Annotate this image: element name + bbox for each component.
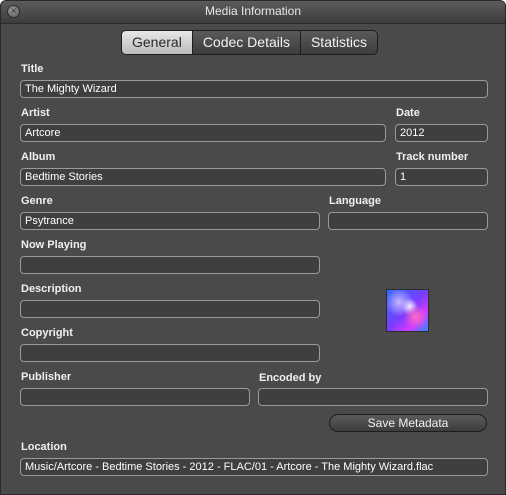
copyright-label: Copyright — [21, 327, 73, 339]
date-field[interactable]: 2012 — [395, 124, 488, 142]
language-label: Language — [329, 195, 381, 207]
now-playing-label: Now Playing — [21, 239, 87, 251]
track-number-field[interactable]: 1 — [395, 168, 488, 186]
tab-general[interactable]: General — [122, 31, 192, 54]
encoded-by-label: Encoded by — [259, 372, 322, 384]
artist-field[interactable]: Artcore — [20, 124, 386, 142]
now-playing-field[interactable] — [20, 256, 320, 274]
tab-bar: General Codec Details Statistics — [121, 30, 378, 55]
title-label: Title — [21, 63, 44, 75]
save-metadata-button[interactable]: Save Metadata — [329, 414, 487, 432]
album-label: Album — [21, 151, 56, 163]
window-title: Media Information — [204, 4, 302, 18]
language-field[interactable] — [328, 212, 488, 230]
location-label: Location — [21, 441, 67, 453]
genre-label: Genre — [21, 195, 53, 207]
publisher-field[interactable] — [20, 388, 250, 406]
copyright-field[interactable] — [20, 344, 320, 362]
description-field[interactable] — [20, 300, 320, 318]
titlebar[interactable]: × Media Information — [1, 1, 505, 24]
encoded-by-field[interactable] — [258, 388, 488, 406]
publisher-label: Publisher — [21, 371, 72, 383]
location-field[interactable]: Music/Artcore - Bedtime Stories - 2012 -… — [20, 458, 488, 476]
artist-label: Artist — [21, 107, 50, 119]
title-field[interactable]: The Mighty Wizard — [20, 80, 488, 98]
tab-codec-details[interactable]: Codec Details — [191, 31, 300, 54]
album-artwork-icon[interactable] — [386, 289, 429, 332]
genre-field[interactable]: Psytrance — [20, 212, 320, 230]
date-label: Date — [396, 107, 420, 119]
description-label: Description — [21, 283, 82, 295]
track-number-label: Track number — [396, 151, 469, 163]
media-information-window: × Media Information General Codec Detail… — [0, 0, 506, 495]
album-field[interactable]: Bedtime Stories — [20, 168, 386, 186]
tab-statistics[interactable]: Statistics — [299, 31, 377, 54]
